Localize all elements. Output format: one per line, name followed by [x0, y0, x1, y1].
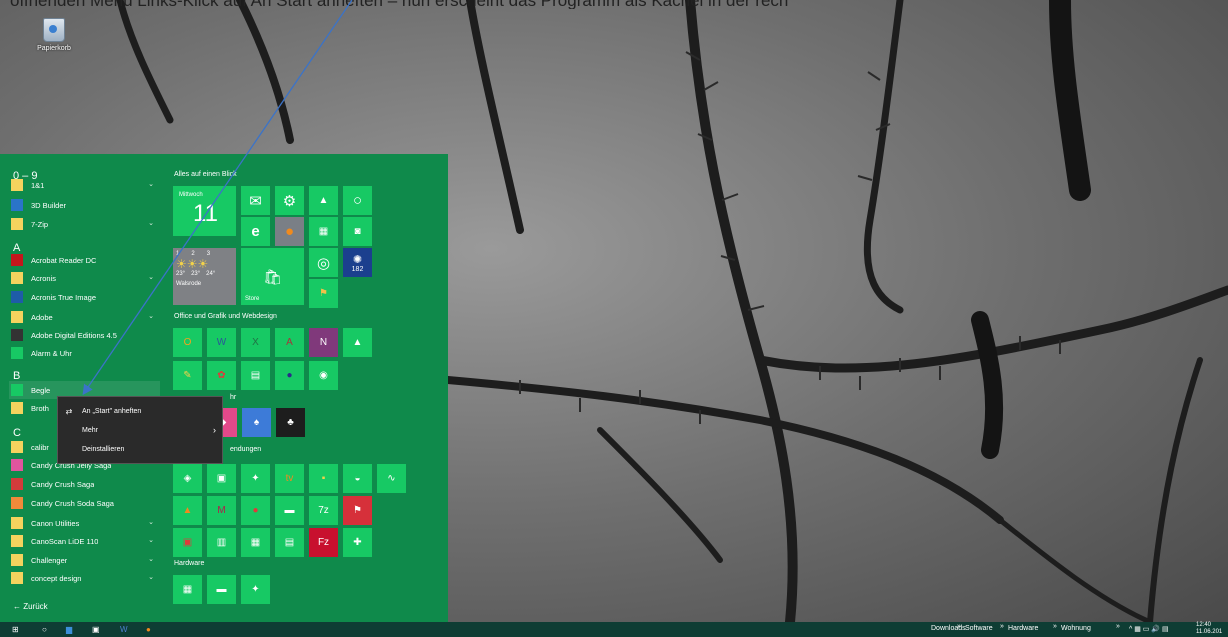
chevron-icon[interactable]: »: [1000, 623, 1004, 630]
firefox-button[interactable]: ●: [146, 624, 151, 635]
folder-icon: ▆: [66, 625, 73, 634]
clock-date: 11.06.201: [1196, 629, 1223, 635]
toolbar-wohnung[interactable]: Wohnung: [1061, 625, 1091, 632]
word-icon: W: [120, 625, 128, 634]
arrow-line: [82, 0, 353, 396]
annotation-arrow: [82, 0, 353, 396]
store-button[interactable]: ▣: [92, 624, 100, 635]
search-icon: ○: [42, 625, 47, 634]
toolbar-software[interactable]: Software: [965, 625, 993, 632]
explorer-button[interactable]: ▆: [66, 624, 72, 635]
taskbar: ⊞ ○ ▆ ▣ W ● Downloads Software» Hardware» W…: [0, 622, 1228, 637]
toolbar-hardware[interactable]: Hardware: [1008, 625, 1038, 632]
search-button[interactable]: ○: [42, 624, 47, 635]
chevron-icon[interactable]: »: [1116, 623, 1120, 630]
windows-icon: ⊞: [12, 625, 19, 634]
word-button[interactable]: W: [120, 624, 128, 635]
clock-time: 12:40: [1196, 622, 1212, 628]
chevron-icon[interactable]: »: [1053, 623, 1057, 630]
clock[interactable]: 12:40 11.06.201: [1196, 622, 1222, 636]
start-button[interactable]: ⊞: [12, 624, 19, 635]
chevron-icon[interactable]: »: [957, 623, 961, 630]
firefox-icon: ●: [146, 625, 151, 634]
store-icon: ▣: [92, 625, 100, 634]
tray-icons: ^ ▦ ▭ 🔊 ▤: [1129, 626, 1169, 633]
